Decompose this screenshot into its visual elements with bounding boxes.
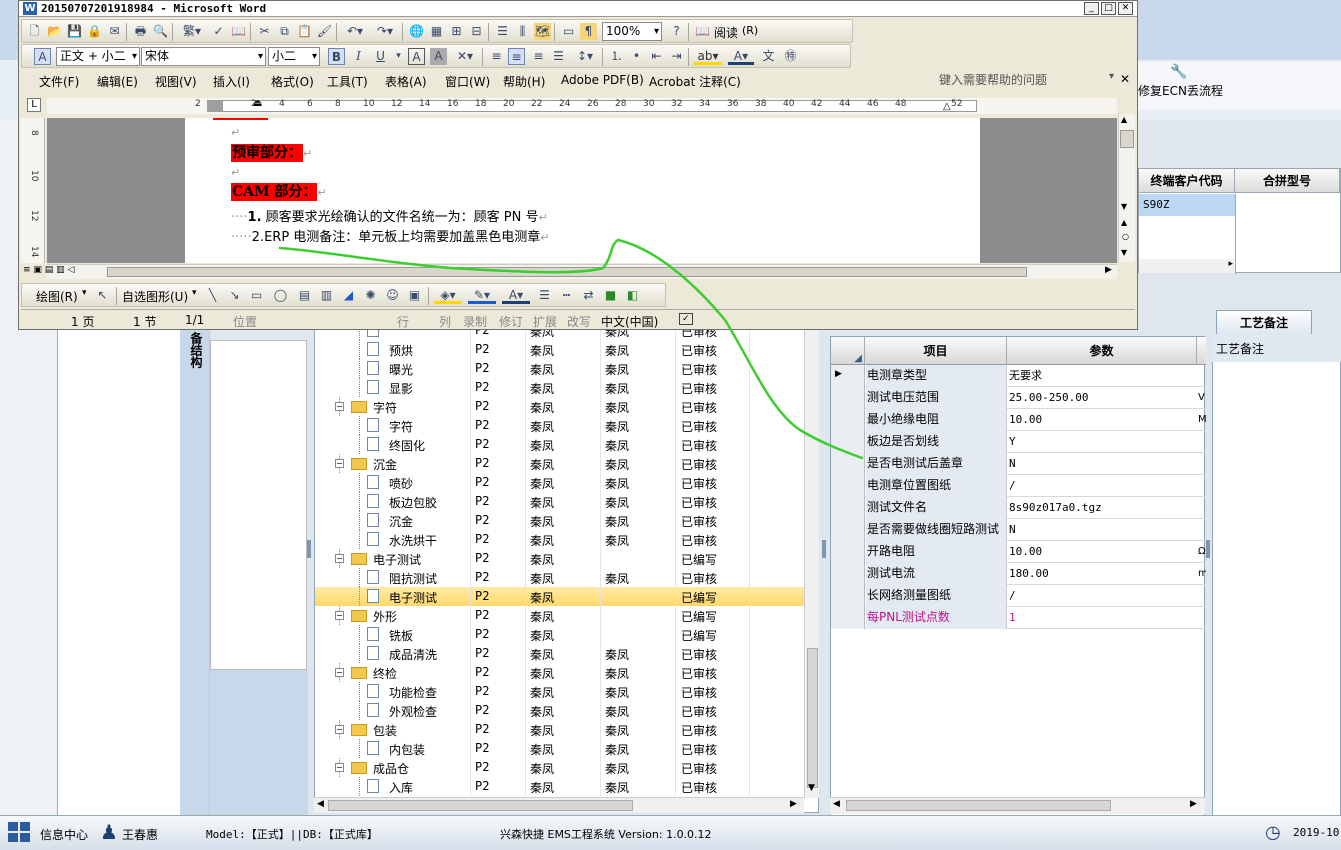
- hand-drawn-annotation: [278, 238, 864, 460]
